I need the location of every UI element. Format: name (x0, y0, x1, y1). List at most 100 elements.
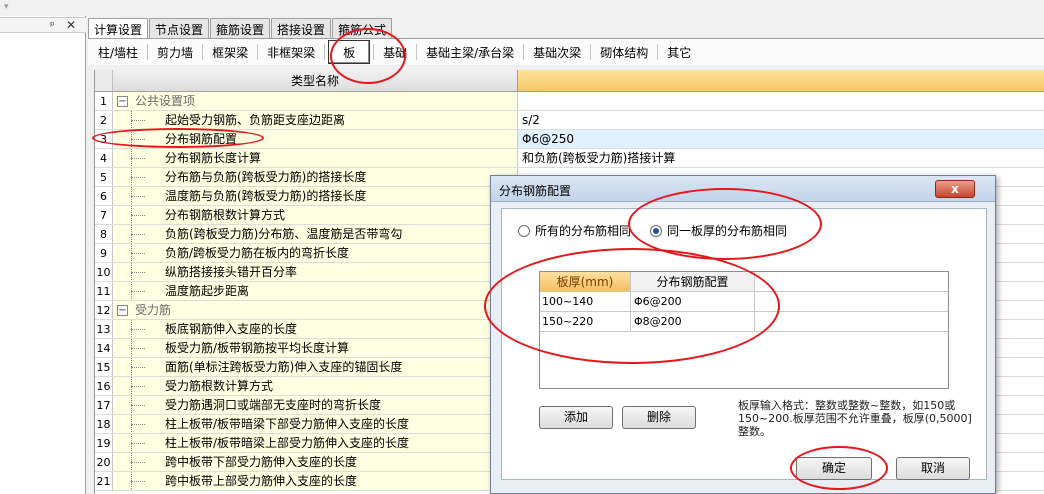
radio-all-same[interactable]: 所有的分布筋相同 (518, 222, 631, 239)
group-row-name: − 公共设置项 (113, 92, 518, 110)
setting-name: 板底钢筋伸入支座的长度 (113, 320, 518, 338)
table-row[interactable]: 2 起始受力钢筋、负筋距支座边距离 s/2 (95, 111, 1044, 130)
setting-name-text: 板受力筋/板带钢筋按平均长度计算 (165, 341, 350, 355)
divider (590, 44, 592, 60)
dialog-title: 分布钢筋配置 (499, 184, 572, 198)
subtab-nonframe-beam[interactable]: 非框架梁 (261, 42, 321, 63)
setting-name: 分布钢筋配置 (113, 130, 518, 148)
tree-branch (131, 386, 145, 387)
setting-name-text: 公共设置项 (135, 94, 196, 108)
setting-value[interactable]: s/2 (518, 111, 1044, 129)
subtab-foundation-secondary-beam[interactable]: 基础次梁 (527, 42, 587, 63)
add-button[interactable]: 添加 (539, 406, 613, 429)
pin-icon[interactable]: ᵖ (50, 19, 55, 32)
table-row[interactable]: 150~220 Φ8@200 (540, 312, 948, 332)
setting-name-text: 柱上板带/板带暗梁下部受力筋伸入支座的长度 (165, 417, 410, 431)
setting-name-text: 分布钢筋根数计算方式 (165, 208, 286, 222)
setting-name-text: 温度筋起步距离 (165, 284, 250, 298)
rebar-config-cell[interactable]: Φ6@200 (631, 292, 755, 311)
setting-value[interactable]: 和负筋(跨板受力筋)搭接计算 (518, 149, 1044, 167)
dropdown-icon[interactable]: ▾ (4, 2, 9, 12)
collapse-icon[interactable]: − (117, 305, 128, 316)
thickness-cell[interactable]: 100~140 (540, 292, 631, 311)
setting-name: 纵筋搭接接头错开百分率 (113, 263, 518, 281)
radio-same-thickness[interactable]: 同一板厚的分布筋相同 (650, 222, 787, 239)
dialog-titlebar: 分布钢筋配置 x (491, 176, 995, 202)
tab-node-settings[interactable]: 节点设置 (149, 18, 210, 38)
subtab-column[interactable]: 柱/墙柱 (92, 42, 144, 63)
setting-name-text: 起始受力钢筋、负筋距支座边距离 (165, 113, 346, 127)
table-header-row: 板厚(mm) 分布钢筋配置 (540, 272, 948, 292)
setting-name-text: 分布钢筋长度计算 (165, 151, 262, 165)
tree-branch (131, 120, 145, 121)
ok-button[interactable]: 确定 (796, 457, 872, 480)
cancel-button[interactable]: 取消 (896, 457, 970, 480)
rebar-config-cell[interactable]: Φ8@200 (631, 312, 755, 331)
delete-button[interactable]: 删除 (622, 406, 696, 429)
thickness-column-header: 板厚(mm) (540, 272, 631, 291)
tree-branch (131, 272, 145, 273)
left-panel-header: ᵖ ✕ (0, 17, 86, 33)
component-tabs: 柱/墙柱 剪力墙 框架梁 非框架梁 板 基础 基础主梁/承台梁 基础次梁 砌体结… (88, 38, 1044, 65)
tab-lap-settings[interactable]: 搭接设置 (271, 18, 332, 38)
tree-branch (131, 253, 145, 254)
radio-same-thickness-label: 同一板厚的分布筋相同 (667, 224, 788, 238)
setting-name-text: 负筋(跨板受力筋)分布筋、温度筋是否带弯勾 (165, 227, 403, 241)
setting-name: 跨中板带上部受力筋伸入支座的长度 (113, 472, 518, 490)
collapse-icon[interactable]: − (117, 96, 128, 107)
close-icon[interactable]: x (935, 180, 975, 198)
row-number: 16 (95, 377, 113, 395)
dialog-body: 所有的分布筋相同 同一板厚的分布筋相同 板厚(mm) 分布钢筋配置 100~14… (501, 208, 987, 480)
subtab-other[interactable]: 其它 (661, 42, 697, 63)
setting-name: 柱上板带/板带暗梁上部受力筋伸入支座的长度 (113, 434, 518, 452)
table-row[interactable]: 100~140 Φ6@200 (540, 292, 948, 312)
group-row-name: − 受力筋 (113, 301, 518, 319)
table-row[interactable]: 1− 公共设置项 (95, 92, 1044, 111)
left-panel: ▾ ᵖ ✕ (0, 0, 86, 494)
subtab-foundation-main-beam[interactable]: 基础主梁/承台梁 (420, 42, 520, 63)
tree-branch (131, 234, 145, 235)
subtab-frame-beam[interactable]: 框架梁 (206, 42, 254, 63)
row-number: 4 (95, 149, 113, 167)
close-icon[interactable]: ✕ (66, 18, 76, 32)
setting-name-text: 纵筋搭接接头错开百分率 (165, 265, 298, 279)
row-number: 12 (95, 301, 113, 319)
tab-stirrup-formula[interactable]: 箍筋公式 (332, 18, 393, 38)
row-number: 1 (95, 92, 113, 110)
value-header (518, 70, 1044, 91)
divider (523, 44, 525, 60)
tree-branch (131, 177, 145, 178)
setting-name: 分布筋与负筋(跨板受力筋)的搭接长度 (113, 168, 518, 186)
row-number: 20 (95, 453, 113, 471)
subtab-foundation[interactable]: 基础 (377, 42, 413, 63)
setting-name-text: 柱上板带/板带暗梁上部受力筋伸入支座的长度 (165, 436, 410, 450)
tree-branch (131, 158, 145, 159)
tree-branch (131, 348, 145, 349)
radio-selected-icon (650, 224, 662, 237)
setting-name-text: 受力筋根数计算方式 (165, 379, 274, 393)
tree-branch (131, 196, 145, 197)
tab-calc-settings[interactable]: 计算设置 (88, 18, 149, 39)
setting-name-text: 分布筋与负筋(跨板受力筋)的搭接长度 (165, 170, 367, 184)
subtab-slab[interactable]: 板 (328, 40, 371, 64)
main-tabs: 计算设置 节点设置 箍筋设置 搭接设置 箍筋公式 (88, 18, 393, 39)
setting-name: 面筋(单标注跨板受力筋)伸入支座的锚固长度 (113, 358, 518, 376)
setting-name: 温度筋起步距离 (113, 282, 518, 300)
radio-circle-icon (518, 224, 530, 237)
type-name-header: 类型名称 (113, 70, 518, 91)
thickness-cell[interactable]: 150~220 (540, 312, 631, 331)
tree-branch (131, 329, 145, 330)
row-number: 2 (95, 111, 113, 129)
table-row[interactable]: 4 分布钢筋长度计算 和负筋(跨板受力筋)搭接计算 (95, 149, 1044, 168)
table-row[interactable]: 3 分布钢筋配置 Φ6@250 (95, 130, 1044, 149)
thickness-table: 板厚(mm) 分布钢筋配置 100~140 Φ6@200 150~220 Φ8@… (539, 271, 949, 389)
divider (257, 44, 259, 60)
setting-name: 分布钢筋长度计算 (113, 149, 518, 167)
row-number: 17 (95, 396, 113, 414)
subtab-masonry[interactable]: 砌体结构 (594, 42, 654, 63)
subtab-shear-wall[interactable]: 剪力墙 (151, 42, 199, 63)
setting-value[interactable] (518, 92, 1044, 110)
tab-stirrup-settings[interactable]: 箍筋设置 (210, 18, 271, 38)
setting-value[interactable]: Φ6@250 (518, 130, 1044, 148)
setting-name-text: 跨中板带上部受力筋伸入支座的长度 (165, 474, 358, 488)
